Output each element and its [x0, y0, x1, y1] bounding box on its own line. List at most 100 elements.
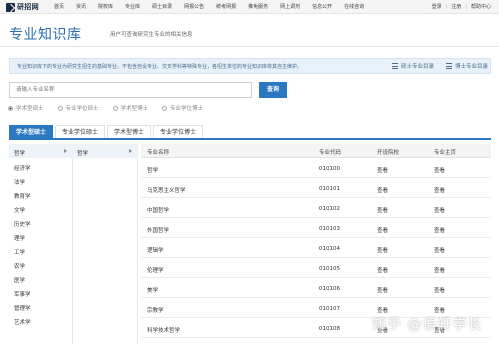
site-logo[interactable]: 研招网 [6, 1, 39, 13]
table-row: 美学 010106 查看 查看 [141, 279, 491, 298]
chevron-right-icon [129, 149, 132, 153]
radio-label: 专业学位博士 [170, 106, 204, 112]
major-code: 010103 [319, 226, 340, 232]
nav-item-recommendation[interactable]: 推免服务 [248, 2, 268, 12]
tab-professional-doctor[interactable]: 专业学位博士 [153, 125, 204, 138]
radio-unchecked-icon [57, 105, 63, 111]
nav-item-master-catalog[interactable]: 硕士目录 [152, 2, 172, 12]
radio-academic-master[interactable]: 学术型硕士 [8, 104, 44, 112]
category-item[interactable]: 哲学 [14, 149, 25, 157]
table-header: 专业名称 专业代码 开设院校 专业主页 [141, 144, 491, 158]
nav-item-home[interactable]: 首页 [54, 2, 64, 12]
search-button[interactable]: 查询 [259, 82, 287, 98]
view-schools-link[interactable]: 查看 [377, 246, 388, 254]
category-item[interactable]: 军事学 [14, 290, 31, 298]
table-row: 伦理学 010105 查看 查看 [141, 259, 491, 278]
category-item[interactable]: 艺术学 [14, 318, 31, 326]
nav-item-schools[interactable]: 院校库 [98, 2, 113, 12]
radio-unchecked-icon [112, 105, 118, 111]
column-header-name: 专业名称 [147, 150, 170, 156]
category-item[interactable]: 法学 [14, 178, 25, 186]
view-homepage-link[interactable]: 查看 [434, 166, 445, 174]
view-schools-link[interactable]: 查看 [377, 206, 388, 214]
degree-tabs: 学术型硕士 专业学位硕士 学术型博士 专业学位博士 [9, 125, 205, 138]
tab-academic-doctor[interactable]: 学术型博士 [107, 125, 152, 138]
nav-item-disclosure[interactable]: 信息公开 [312, 2, 332, 12]
nav-item-majors[interactable]: 专业库 [125, 2, 140, 12]
view-homepage-link[interactable]: 查看 [434, 246, 445, 254]
major-code: 010102 [319, 206, 340, 212]
top-nav-bar: 研招网 首页 资讯 院校库 专业库 硕士目录 网报公告 统考网报 推免服务 网上… [0, 0, 499, 14]
radio-label: 专业学位硕士 [65, 106, 99, 112]
nav-item-consult[interactable]: 在线咨询 [344, 2, 364, 12]
search-input[interactable] [9, 82, 252, 98]
table-row: 中国哲学 010102 查看 查看 [141, 199, 491, 218]
category-item[interactable]: 教育学 [14, 192, 31, 200]
radio-academic-doctor[interactable]: 学术型博士 [112, 104, 148, 112]
category-item[interactable]: 理学 [14, 234, 25, 242]
view-homepage-link[interactable]: 查看 [434, 266, 445, 274]
major-name: 科学技术哲学 [147, 328, 181, 334]
divider: | [465, 4, 467, 10]
divider: | [445, 4, 448, 10]
subcategory-item[interactable]: 哲学 [77, 149, 88, 157]
list-icon [446, 63, 452, 69]
subcategory-list: 哲学 [73, 144, 138, 344]
view-schools-link[interactable]: 查看 [377, 226, 388, 234]
view-schools-link[interactable]: 查看 [377, 166, 388, 174]
register-link[interactable]: 注册 [451, 2, 461, 12]
radio-professional-master[interactable]: 专业学位硕士 [57, 104, 99, 112]
category-item[interactable]: 医学 [14, 276, 25, 284]
major-name: 哲学 [147, 168, 159, 174]
master-catalog-link[interactable]: 硕士专业目录 [392, 62, 434, 70]
major-code: 010105 [319, 266, 340, 272]
chevron-right-icon [64, 149, 67, 153]
column-header-code: 专业代码 [319, 150, 342, 156]
view-homepage-link[interactable]: 查看 [434, 226, 445, 234]
nav-item-notices[interactable]: 网报公告 [184, 2, 204, 12]
master-catalog-label: 硕士专业目录 [401, 64, 435, 70]
category-item[interactable]: 管理学 [14, 304, 31, 312]
view-schools-link[interactable]: 查看 [377, 186, 388, 194]
table-row: 马克思主义哲学 010101 查看 查看 [141, 179, 491, 198]
divider [0, 46, 499, 47]
major-code: 010101 [319, 186, 340, 192]
view-schools-link[interactable]: 查看 [377, 286, 388, 294]
radio-professional-doctor[interactable]: 专业学位博士 [162, 104, 203, 112]
view-homepage-link[interactable]: 查看 [434, 206, 445, 214]
view-schools-link[interactable]: 查看 [377, 306, 388, 314]
category-item[interactable]: 历史学 [14, 220, 31, 228]
category-item[interactable]: 文学 [14, 206, 25, 214]
nav-item-news[interactable]: 资讯 [76, 2, 86, 12]
login-link[interactable]: 登录 [432, 2, 442, 12]
degree-type-radio-group: 学术型硕士 专业学位硕士 学术型博士 专业学位博士 [8, 104, 203, 112]
view-schools-link[interactable]: 查看 [377, 266, 388, 274]
table-row: 哲学 010100 查看 查看 [141, 159, 491, 178]
nav-item-exam-registration[interactable]: 统考网报 [216, 2, 236, 12]
view-homepage-link[interactable]: 查看 [434, 186, 445, 194]
major-name: 伦理学 [147, 268, 164, 274]
table-row: 外国哲学 010103 查看 查看 [141, 219, 491, 238]
category-item[interactable]: 工学 [14, 248, 25, 256]
tab-academic-master[interactable]: 学术型硕士 [9, 125, 54, 138]
page-title: 专业知识库 [9, 27, 82, 43]
view-homepage-link[interactable]: 查看 [434, 286, 445, 294]
view-homepage-link[interactable]: 查看 [434, 306, 445, 314]
user-links: 登录 | 注册 | 帮助中心 [432, 2, 491, 12]
info-bar: 专业知识库下的专业为研究生招生的基础专业，不包含自设专业、交叉学科等特殊专业，各… [9, 58, 491, 74]
major-name: 马克思主义哲学 [147, 188, 186, 194]
info-text: 专业知识库下的专业为研究生招生的基础专业，不包含自设专业、交叉学科等特殊专业，各… [17, 64, 303, 70]
tab-professional-master[interactable]: 专业学位硕士 [55, 125, 106, 138]
category-item[interactable]: 农学 [14, 262, 25, 270]
help-link[interactable]: 帮助中心 [471, 2, 491, 12]
logo-icon [6, 2, 15, 12]
watermark: 知乎 @语轩学长 [372, 317, 483, 333]
nav-item-adjustment[interactable]: 网上调剂 [280, 2, 300, 12]
page-subtitle: 用户可查询研究生专业的相关信息 [110, 32, 193, 38]
column-header-homepage: 专业主页 [434, 150, 457, 156]
major-code: 010100 [319, 166, 340, 172]
doctor-catalog-link[interactable]: 博士专业目录 [446, 62, 488, 70]
category-item[interactable]: 经济学 [14, 164, 31, 172]
major-code: 010108 [319, 326, 340, 332]
category-list: 哲学 经济学 法学 教育学 文学 历史学 理学 工学 农学 医学 军事学 管理学… [9, 144, 73, 344]
